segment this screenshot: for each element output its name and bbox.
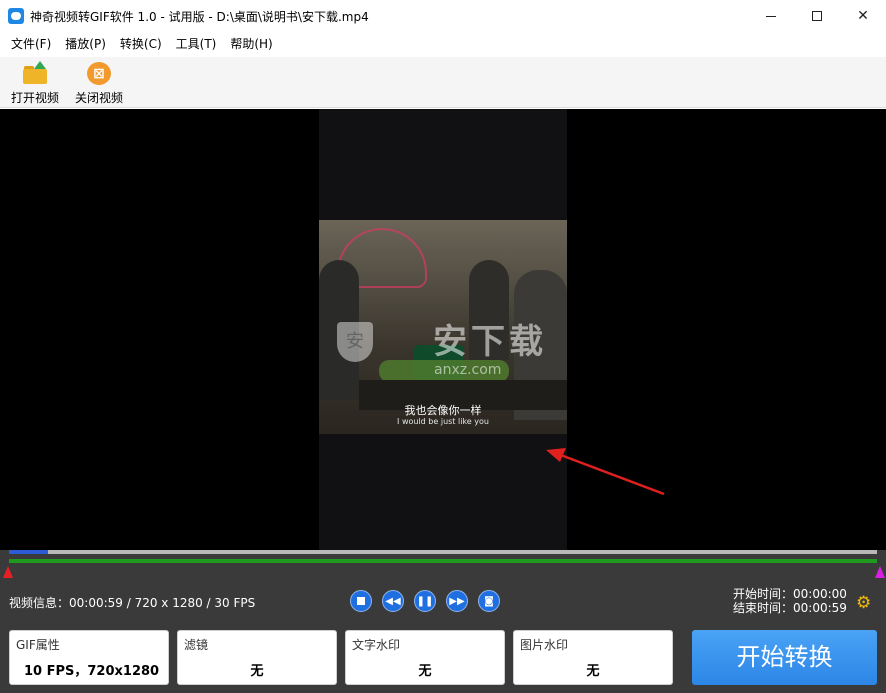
trim-start-handle[interactable] <box>3 566 13 578</box>
close-video-button[interactable]: ⊠ 关闭视频 <box>71 60 127 106</box>
pause-icon: ❚❚ <box>416 595 434 607</box>
filter-title: 滤镜 <box>184 638 209 652</box>
progress-fill <box>9 550 48 554</box>
filter-card[interactable]: 滤镜 无 <box>177 630 337 685</box>
snapshot-button[interactable]: ◙ <box>478 590 500 612</box>
start-time: 开始时间：00:00:00 <box>733 587 847 601</box>
options-panel: GIF属性 10 FPS，720x1280 滤镜 无 文字水印 无 图片水印 无… <box>0 622 886 693</box>
menu-bar: 文件(F) 播放(P) 转换(C) 工具(T) 帮助(H) <box>0 32 886 57</box>
open-video-button[interactable]: 打开视频 <box>7 60 63 106</box>
minimize-button[interactable] <box>748 0 794 32</box>
close-video-icon: ⊠ <box>87 62 111 85</box>
video-preview[interactable]: 安 安下载 anxz.com 我也会像你一样 I would be just l… <box>0 109 886 550</box>
subtitle-cn: 我也会像你一样 <box>404 404 482 417</box>
start-convert-button[interactable]: 开始转换 <box>692 630 877 685</box>
text-watermark-value: 无 <box>418 664 432 679</box>
pause-button[interactable]: ❚❚ <box>414 590 436 612</box>
menu-help[interactable]: 帮助(H) <box>223 32 279 57</box>
stop-icon <box>357 597 365 605</box>
menu-play[interactable]: 播放(P) <box>58 32 113 57</box>
close-icon: ✕ <box>857 8 869 24</box>
time-range: 开始时间：00:00:00 结束时间：00:00:59 <box>733 587 847 615</box>
rewind-button[interactable]: ◀◀ <box>382 590 404 612</box>
subtitle-en: I would be just like you <box>397 417 489 426</box>
text-watermark-title: 文字水印 <box>352 638 401 652</box>
toolbar: 打开视频 ⊠ 关闭视频 <box>0 57 886 108</box>
close-video-label: 关闭视频 <box>74 91 123 105</box>
trim-range-track[interactable] <box>9 559 877 563</box>
app-icon <box>8 8 24 24</box>
gif-properties-value: 10 FPS，720x1280 <box>24 664 160 679</box>
end-time: 结束时间：00:00:59 <box>733 601 847 615</box>
progress-track[interactable] <box>9 550 877 554</box>
stop-button[interactable] <box>350 590 372 612</box>
menu-convert[interactable]: 转换(C) <box>113 32 169 57</box>
image-watermark-card[interactable]: 图片水印 无 <box>513 630 673 685</box>
gif-properties-card[interactable]: GIF属性 10 FPS，720x1280 <box>9 630 169 685</box>
menu-tools[interactable]: 工具(T) <box>169 32 224 57</box>
timeline <box>0 550 886 580</box>
maximize-icon <box>812 11 822 21</box>
text-watermark-card[interactable]: 文字水印 无 <box>345 630 505 685</box>
menu-file[interactable]: 文件(F) <box>4 32 58 57</box>
control-row: 视频信息：00:00:59 / 720 x 1280 / 30 FPS ◀◀ ❚… <box>0 580 886 622</box>
annotation-arrow-icon <box>546 448 665 496</box>
watermark-text: 安下载 <box>433 322 547 362</box>
video-image: 安 安下载 anxz.com 我也会像你一样 I would be just l… <box>319 220 567 434</box>
maximize-button[interactable] <box>794 0 840 32</box>
trim-end-handle[interactable] <box>875 566 885 578</box>
camera-icon: ◙ <box>484 595 494 607</box>
forward-icon: ▶▶ <box>449 595 465 607</box>
filter-value: 无 <box>250 664 264 679</box>
open-video-label: 打开视频 <box>10 91 59 105</box>
gear-icon[interactable]: ⚙ <box>856 595 873 612</box>
close-window-button[interactable]: ✕ <box>840 0 886 32</box>
open-folder-icon <box>23 61 47 85</box>
image-watermark-title: 图片水印 <box>520 638 569 652</box>
watermark-domain: anxz.com <box>434 362 502 378</box>
rewind-icon: ◀◀ <box>385 595 401 607</box>
video-info: 视频信息：00:00:59 / 720 x 1280 / 30 FPS <box>9 596 256 610</box>
gif-properties-title: GIF属性 <box>16 638 60 652</box>
image-watermark-value: 无 <box>586 664 600 679</box>
forward-button[interactable]: ▶▶ <box>446 590 468 612</box>
title-bar: 神奇视频转GIF软件 1.0 - 试用版 - D:\桌面\说明书\安下载.mp4… <box>0 0 886 32</box>
window-title: 神奇视频转GIF软件 1.0 - 试用版 - D:\桌面\说明书\安下载.mp4 <box>30 10 369 24</box>
minimize-icon <box>766 15 776 17</box>
